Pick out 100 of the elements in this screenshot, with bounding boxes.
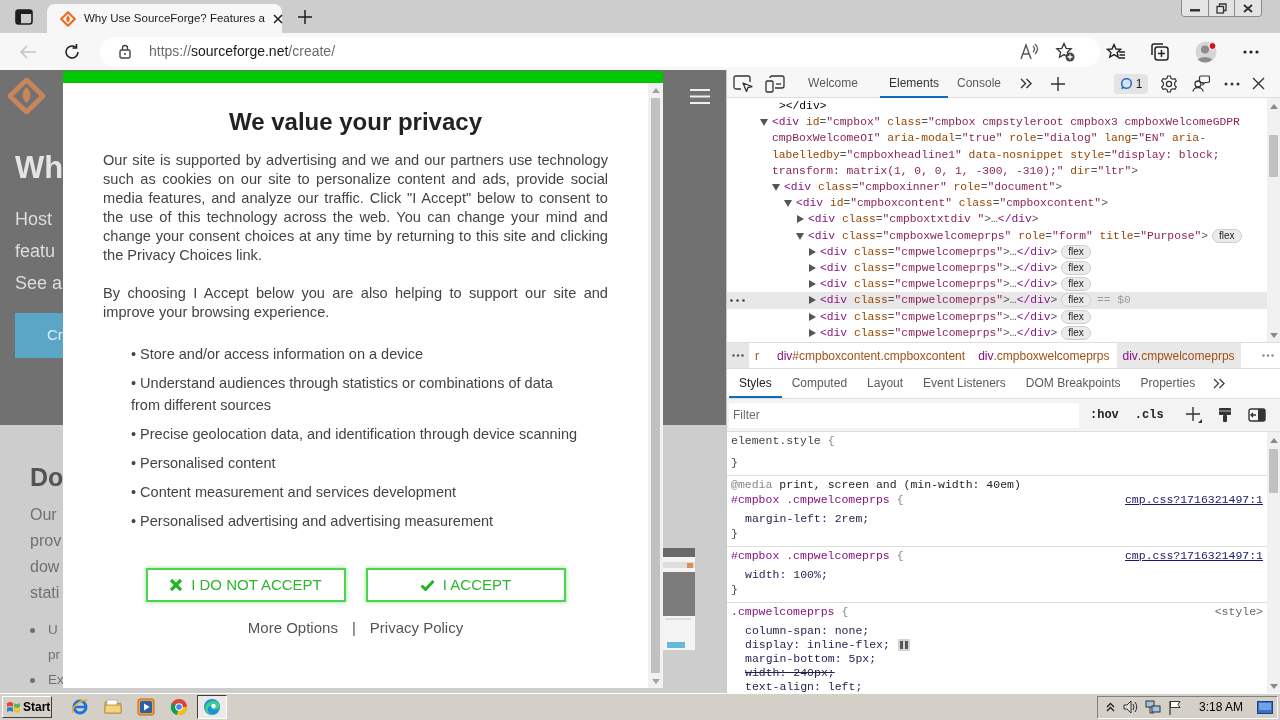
dom-tree-row[interactable]: <div class="cmpwelcomeprps">…</div> flex	[727, 260, 1267, 277]
breadcrumb-item[interactable]: div.cmpboxwelcomeprps	[972, 343, 1116, 368]
browser-tab[interactable]: Why Use SourceForge? Features a	[47, 4, 282, 33]
css-declaration[interactable]: width: 100%;	[745, 568, 828, 582]
flex-badge[interactable]: flex	[1061, 244, 1091, 259]
source-link[interactable]: cmp.css?1716321497:1	[1124, 492, 1263, 507]
flex-badge[interactable]: flex	[1061, 261, 1091, 276]
show-desktop-icon[interactable]	[1257, 700, 1273, 714]
favorites-icon[interactable]	[1106, 42, 1126, 61]
source-label[interactable]: <style>	[1214, 604, 1263, 619]
new-rule-icon[interactable]	[1185, 407, 1202, 423]
panel-tab[interactable]: Computed	[781, 369, 858, 398]
dom-tree-row[interactable]: <div id="cmpboxcontent" class="cmpboxcontent">	[727, 195, 1267, 212]
breadcrumb-item[interactable]: div.cmpwelcomeprps	[1116, 343, 1241, 368]
profile-avatar-icon[interactable]	[1195, 40, 1217, 63]
caret-right-icon[interactable]	[808, 312, 816, 321]
flex-badge[interactable]: flex	[1061, 325, 1091, 340]
settings-icon[interactable]	[1160, 74, 1178, 93]
privacy-policy-link[interactable]: Privacy Policy	[369, 618, 464, 638]
devtools-tab[interactable]: Console	[948, 69, 1010, 98]
more-options-link[interactable]: More Options	[247, 618, 338, 638]
scrollbar-thumb[interactable]	[651, 98, 660, 673]
caret-down-icon[interactable]	[784, 200, 792, 208]
scroll-up-icon[interactable]	[1269, 104, 1278, 109]
close-button[interactable]	[1234, 0, 1261, 16]
close-icon[interactable]	[272, 13, 283, 24]
dom-tree-row[interactable]: <div class="cmpwelcomeprps">…</div> flex	[727, 243, 1267, 261]
scroll-down-icon[interactable]	[1269, 333, 1278, 338]
caret-right-icon[interactable]	[808, 328, 816, 337]
filter-toggle[interactable]: :hov	[1088, 406, 1121, 424]
flex-badge[interactable]: flex	[1061, 293, 1091, 308]
scroll-up-icon[interactable]	[1269, 438, 1278, 443]
feedback-icon[interactable]	[1192, 75, 1210, 92]
devtools-tab[interactable]: Elements	[880, 69, 948, 98]
double-chevron-icon[interactable]	[1020, 78, 1032, 89]
plus-icon[interactable]	[298, 9, 312, 24]
dom-tree-row[interactable]: <div class="cmpwelcomeprps">…</div> flex == $0	[727, 292, 1267, 309]
caret-right-icon[interactable]	[796, 215, 804, 224]
rule-selector[interactable]: .cmpwelcomeprps {	[731, 604, 849, 619]
flag-icon[interactable]	[1167, 699, 1182, 715]
caret-right-icon[interactable]	[808, 296, 816, 305]
scrollbar-thumb[interactable]	[1269, 449, 1278, 493]
dom-tree-row[interactable]: <div class="cmpwelcomeprps">…</div> flex	[727, 308, 1267, 325]
panel-tab[interactable]: Properties	[1130, 369, 1206, 398]
scroll-down-icon[interactable]	[1269, 684, 1278, 689]
paint-brush-icon[interactable]	[1217, 407, 1232, 423]
address-bar[interactable]: https://sourceforge.net/create/	[100, 36, 1100, 67]
ring-logo-icon[interactable]	[170, 698, 188, 716]
plus-icon[interactable]	[1051, 76, 1065, 91]
more-icon[interactable]	[732, 354, 744, 357]
dom-tree-row[interactable]: <div class="cmpboxtxtdiv ">…</div>	[727, 211, 1267, 228]
e-logo-icon[interactable]	[71, 698, 89, 716]
dom-tree-row[interactable]: <div class="cmpwelcomeprps">…</div> flex	[727, 276, 1267, 293]
taskbar-button[interactable]	[197, 695, 227, 719]
css-declaration[interactable]: text-align: left;	[745, 680, 863, 693]
panel-tab[interactable]: Layout	[857, 369, 914, 398]
more-icon[interactable]	[1224, 81, 1240, 86]
restore-icon[interactable]	[1216, 2, 1227, 14]
flex-badge[interactable]: flex	[1061, 277, 1091, 292]
caret-right-icon[interactable]	[808, 264, 816, 273]
speaker-icon[interactable]	[1122, 700, 1139, 714]
sidebar-icon[interactable]	[15, 8, 33, 25]
css-declaration[interactable]: margin-bottom: 5px;	[745, 652, 877, 666]
filter-field[interactable]: Filter	[729, 402, 1079, 428]
css-declaration[interactable]: column-span: none;	[745, 624, 870, 638]
refresh-icon[interactable]	[63, 42, 81, 61]
rule-selector[interactable]: #cmpbox .cmpwelcomeprps {	[731, 548, 904, 563]
source-link[interactable]: cmp.css?1716321497:1	[1124, 548, 1263, 563]
close-icon[interactable]	[1252, 77, 1265, 90]
panel-tab[interactable]: DOM Breakpoints	[1015, 369, 1131, 398]
caret-down-icon[interactable]	[760, 119, 768, 127]
rule-selector[interactable]: element.style {	[731, 433, 835, 448]
caret-right-icon[interactable]	[808, 280, 816, 289]
devtools-tab[interactable]: Welcome	[799, 69, 867, 98]
caret-down-icon[interactable]	[772, 184, 780, 191]
panel-tab[interactable]: Event Listeners	[913, 369, 1016, 398]
collections-icon[interactable]	[1150, 41, 1170, 62]
flex-badge[interactable]: flex	[1061, 309, 1091, 324]
flex-editor-icon[interactable]	[897, 639, 910, 651]
start-button[interactable]: Start	[2, 696, 52, 718]
dom-tree-row[interactable]: <div class="cmpboxwelcomeprps" role="form" title="Purpose"> flex	[727, 227, 1267, 244]
more-icon[interactable]	[730, 299, 745, 303]
read-aloud-icon[interactable]	[1020, 42, 1040, 61]
caret-right-icon[interactable]	[808, 247, 816, 256]
css-declaration[interactable]: display: inline-flex;	[745, 638, 890, 652]
filter-toggle[interactable]: .cls	[1132, 406, 1166, 424]
network-icon[interactable]	[1144, 699, 1161, 715]
css-declaration[interactable]: width: 240px;	[745, 666, 835, 680]
scrollbar-thumb[interactable]	[1269, 135, 1278, 177]
scrollbar[interactable]	[1267, 98, 1280, 342]
close-icon[interactable]	[1243, 3, 1253, 13]
chevron-up-icon[interactable]	[1105, 702, 1115, 712]
sidebar-toggle-icon[interactable]	[1247, 408, 1266, 422]
folder-icon[interactable]	[104, 698, 122, 716]
breadcrumb-item[interactable]: r	[749, 343, 765, 368]
issues-button[interactable]: 1	[1114, 73, 1148, 94]
breadcrumb-item[interactable]: div#cmpboxcontent.cmpboxcontent	[771, 343, 972, 368]
device-icon[interactable]	[765, 74, 785, 93]
dom-tree-row[interactable]: <div class="cmpboxinner" role="document">	[727, 179, 1267, 196]
css-declaration[interactable]: margin-left: 2rem;	[745, 512, 870, 526]
